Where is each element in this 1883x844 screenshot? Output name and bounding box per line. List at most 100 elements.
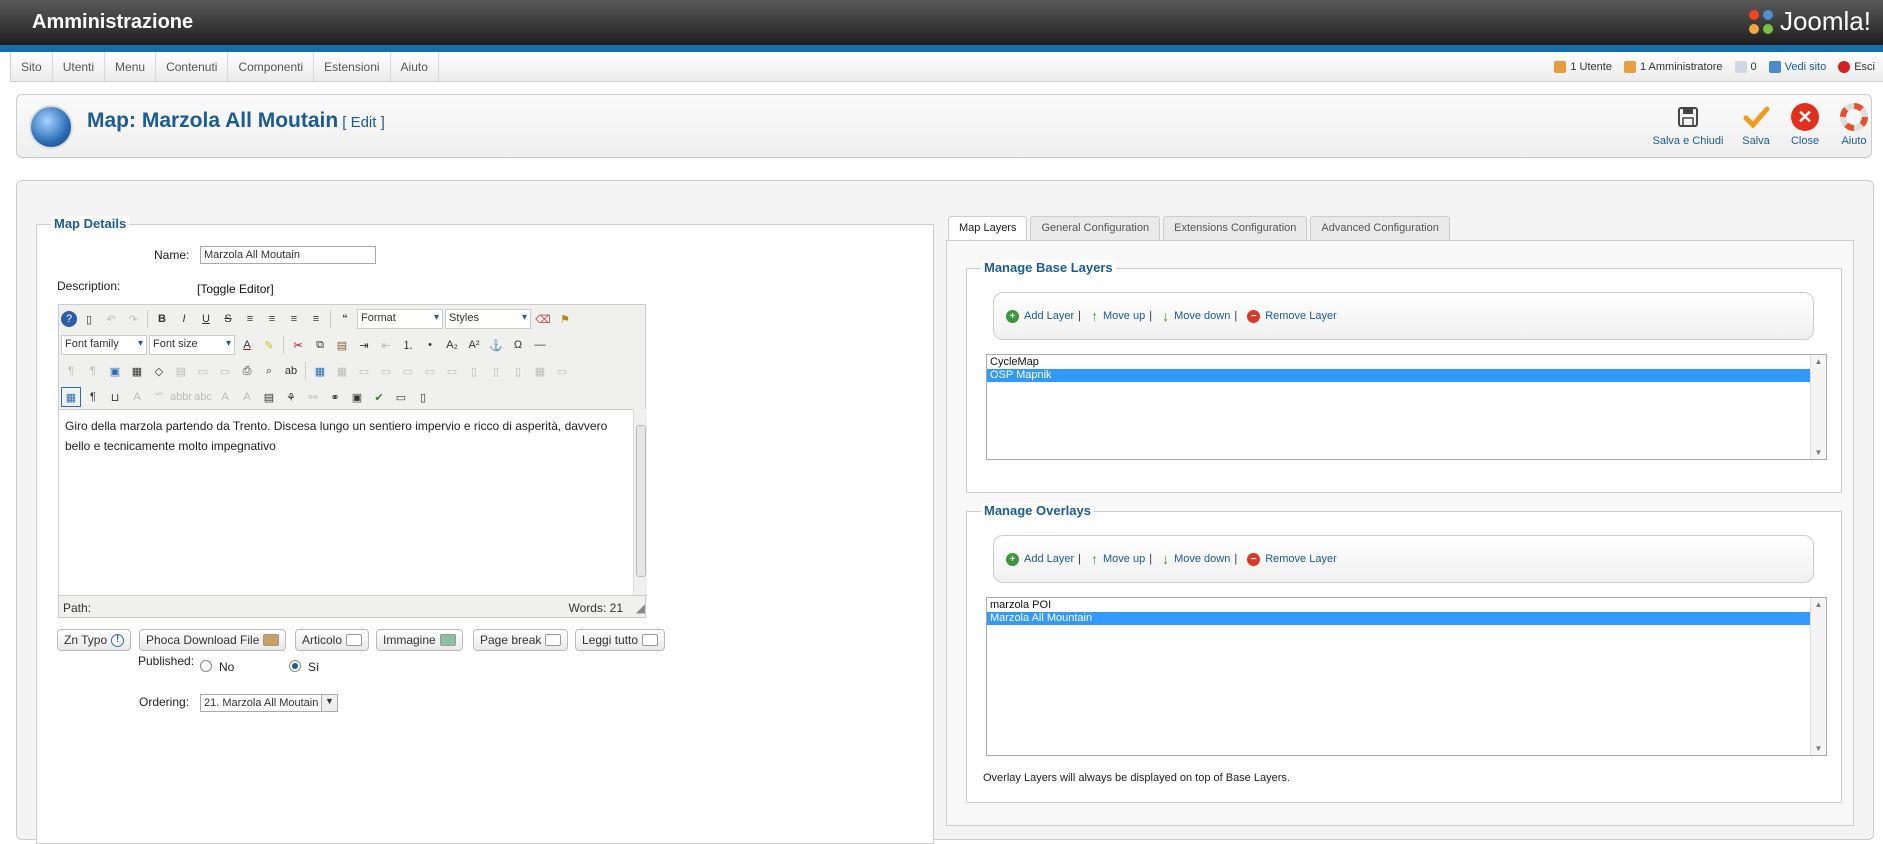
replace-icon[interactable]: ab — [281, 361, 301, 381]
menu-aiuto[interactable]: Aiuto — [391, 52, 439, 82]
tab-extensions-configuration[interactable]: Extensions Configuration — [1163, 216, 1308, 240]
tab-map-layers[interactable]: Map Layers — [948, 216, 1028, 240]
overlay-add-layer-link[interactable]: + Add Layer — [1006, 552, 1074, 566]
tab-advanced-configuration[interactable]: Advanced Configuration — [1310, 216, 1450, 240]
acronym-icon[interactable]: abc — [193, 387, 213, 407]
underline-icon[interactable]: U — [196, 309, 216, 329]
menu-estensioni[interactable]: Estensioni — [314, 52, 391, 82]
special-char-icon[interactable]: Ω — [508, 335, 528, 355]
clean-broom-icon[interactable]: ⚑ — [555, 309, 575, 329]
base-layer-option[interactable]: CycleMap — [987, 356, 1812, 369]
table-icon[interactable]: ▦ — [310, 361, 330, 381]
page-break-icon[interactable]: ▭ — [391, 387, 411, 407]
menu-contenuti[interactable]: Contenuti — [156, 52, 229, 82]
bullet-list-icon[interactable]: • — [420, 335, 440, 355]
subscript-icon[interactable]: A₂ — [442, 335, 462, 355]
unlink-icon[interactable]: ⚯ — [303, 387, 323, 407]
font-size-select[interactable]: Font size — [149, 335, 235, 355]
superscript-icon[interactable]: A² — [464, 335, 484, 355]
template-icon[interactable]: ▤ — [171, 361, 191, 381]
base-move-up-link[interactable]: ↑ Move up — [1091, 308, 1145, 324]
anchor-icon[interactable]: ⚓ — [486, 335, 506, 355]
overlay-list-scrollbar[interactable]: ▲ ▼ — [1810, 598, 1826, 755]
toggle-editor-link[interactable]: [Toggle Editor] — [197, 282, 274, 296]
overlay-remove-layer-link[interactable]: − Remove Layer — [1247, 552, 1337, 566]
immagine-button[interactable]: Immagine — [376, 629, 463, 651]
align-right-icon[interactable]: ≡ — [306, 309, 326, 329]
layer-icon[interactable]: ⚘ — [281, 387, 301, 407]
close-button[interactable]: ✕ Close — [1785, 103, 1825, 147]
row-after-icon[interactable]: ▭ — [420, 361, 440, 381]
cite-icon[interactable]: “” — [149, 387, 169, 407]
new-document-icon[interactable]: ▯ — [79, 309, 99, 329]
leggi-tutto-button[interactable]: Leggi tutto — [575, 629, 666, 651]
highlight-icon[interactable]: ✎ — [259, 335, 279, 355]
menu-utenti[interactable]: Utenti — [53, 52, 106, 82]
del-icon[interactable]: A — [215, 387, 235, 407]
numbered-list-icon[interactable]: ⒈ — [398, 335, 418, 355]
editor-scrollbar[interactable] — [633, 409, 647, 595]
preview-icon[interactable]: ▦ — [127, 361, 147, 381]
redo-icon[interactable]: ↷ — [123, 309, 143, 329]
image-icon[interactable]: ▣ — [347, 387, 367, 407]
align-center-icon[interactable]: ≡ — [262, 309, 282, 329]
format-select[interactable]: Format — [357, 309, 443, 329]
editor-content[interactable]: Giro della marzola partendo da Trento. D… — [59, 409, 633, 595]
blockquote-icon[interactable]: “ — [335, 309, 355, 329]
styles-select[interactable]: Styles — [445, 309, 531, 329]
tab-general-configuration[interactable]: General Configuration — [1030, 216, 1161, 240]
style-props-icon[interactable]: A — [127, 387, 147, 407]
logout-link[interactable]: Esci — [1838, 61, 1875, 73]
italic-icon[interactable]: I — [174, 309, 194, 329]
show-blocks-icon[interactable]: ¶ — [83, 387, 103, 407]
undo-icon[interactable]: ↶ — [101, 309, 121, 329]
cut-icon[interactable]: ✂ — [288, 335, 308, 355]
ltr-icon[interactable]: ¶ — [61, 361, 81, 381]
overlay-option[interactable]: marzola POI — [987, 599, 1812, 612]
cell-props-icon[interactable]: ▭ — [376, 361, 396, 381]
scrollbar-thumb[interactable] — [636, 425, 646, 577]
menu-menu[interactable]: Menu — [105, 52, 157, 82]
zn-typo-button[interactable]: Zn Typo! — [57, 629, 132, 651]
articolo-button[interactable]: Articolo — [295, 629, 370, 651]
link-icon[interactable]: ⚭ — [325, 387, 345, 407]
spellcheck-icon[interactable]: ✔ — [369, 387, 389, 407]
fullscreen-icon[interactable]: ▣ — [105, 361, 125, 381]
find-icon[interactable]: ⌕ — [259, 361, 279, 381]
delete-col-icon[interactable]: ▯ — [508, 361, 528, 381]
help-button[interactable]: Aiuto — [1835, 103, 1873, 147]
insert-time-icon[interactable]: ▭ — [215, 361, 235, 381]
split-view-icon[interactable]: ▯ — [413, 387, 433, 407]
table-delete-icon[interactable]: ▦ — [332, 361, 352, 381]
help-icon[interactable]: ? — [61, 311, 77, 327]
text-color-icon[interactable]: A — [237, 335, 257, 355]
abbr-icon[interactable]: abbr — [170, 387, 192, 407]
rtl-icon[interactable]: ¶ — [83, 361, 103, 381]
save-button[interactable]: Salva — [1736, 103, 1776, 147]
indent-icon[interactable]: ⇥ — [354, 335, 374, 355]
base-move-down-link[interactable]: ↓ Move down — [1162, 308, 1230, 324]
eraser-icon[interactable]: ⌫ — [533, 309, 553, 329]
delete-row-icon[interactable]: ▭ — [442, 361, 462, 381]
phoca-download-button[interactable]: Phoca Download File — [139, 629, 287, 651]
overlay-move-up-link[interactable]: ↑ Move up — [1091, 551, 1145, 567]
menu-componenti[interactable]: Componenti — [228, 52, 315, 82]
col-before-icon[interactable]: ▯ — [464, 361, 484, 381]
base-layer-option-selected[interactable]: OSP Mapnik — [987, 369, 1812, 382]
strikethrough-icon[interactable]: S — [218, 309, 238, 329]
visual-aid-icon[interactable]: ▦ — [61, 387, 81, 407]
align-justify-icon[interactable]: ≡ — [240, 309, 260, 329]
base-remove-layer-link[interactable]: − Remove Layer — [1247, 309, 1337, 323]
ins-icon[interactable]: A — [237, 387, 257, 407]
split-cells-icon[interactable]: ▦ — [530, 361, 550, 381]
overlay-option-selected[interactable]: Marzola All Mountain — [987, 612, 1812, 625]
non-breaking-icon[interactable]: ⊔ — [105, 387, 125, 407]
ordering-select[interactable]: 21. Marzola All Moutain ▼ — [200, 694, 338, 712]
joomla-logo[interactable]: Joomla! — [1746, 6, 1871, 37]
page-break-button[interactable]: Page break — [473, 629, 569, 651]
font-family-select[interactable]: Font family — [61, 335, 147, 355]
print-icon[interactable]: ⎙ — [237, 361, 257, 381]
code-icon[interactable]: ◇ — [149, 361, 169, 381]
row-props-icon[interactable]: ▭ — [354, 361, 374, 381]
base-layers-list[interactable]: CycleMap OSP Mapnik ▲ ▼ — [986, 354, 1827, 460]
